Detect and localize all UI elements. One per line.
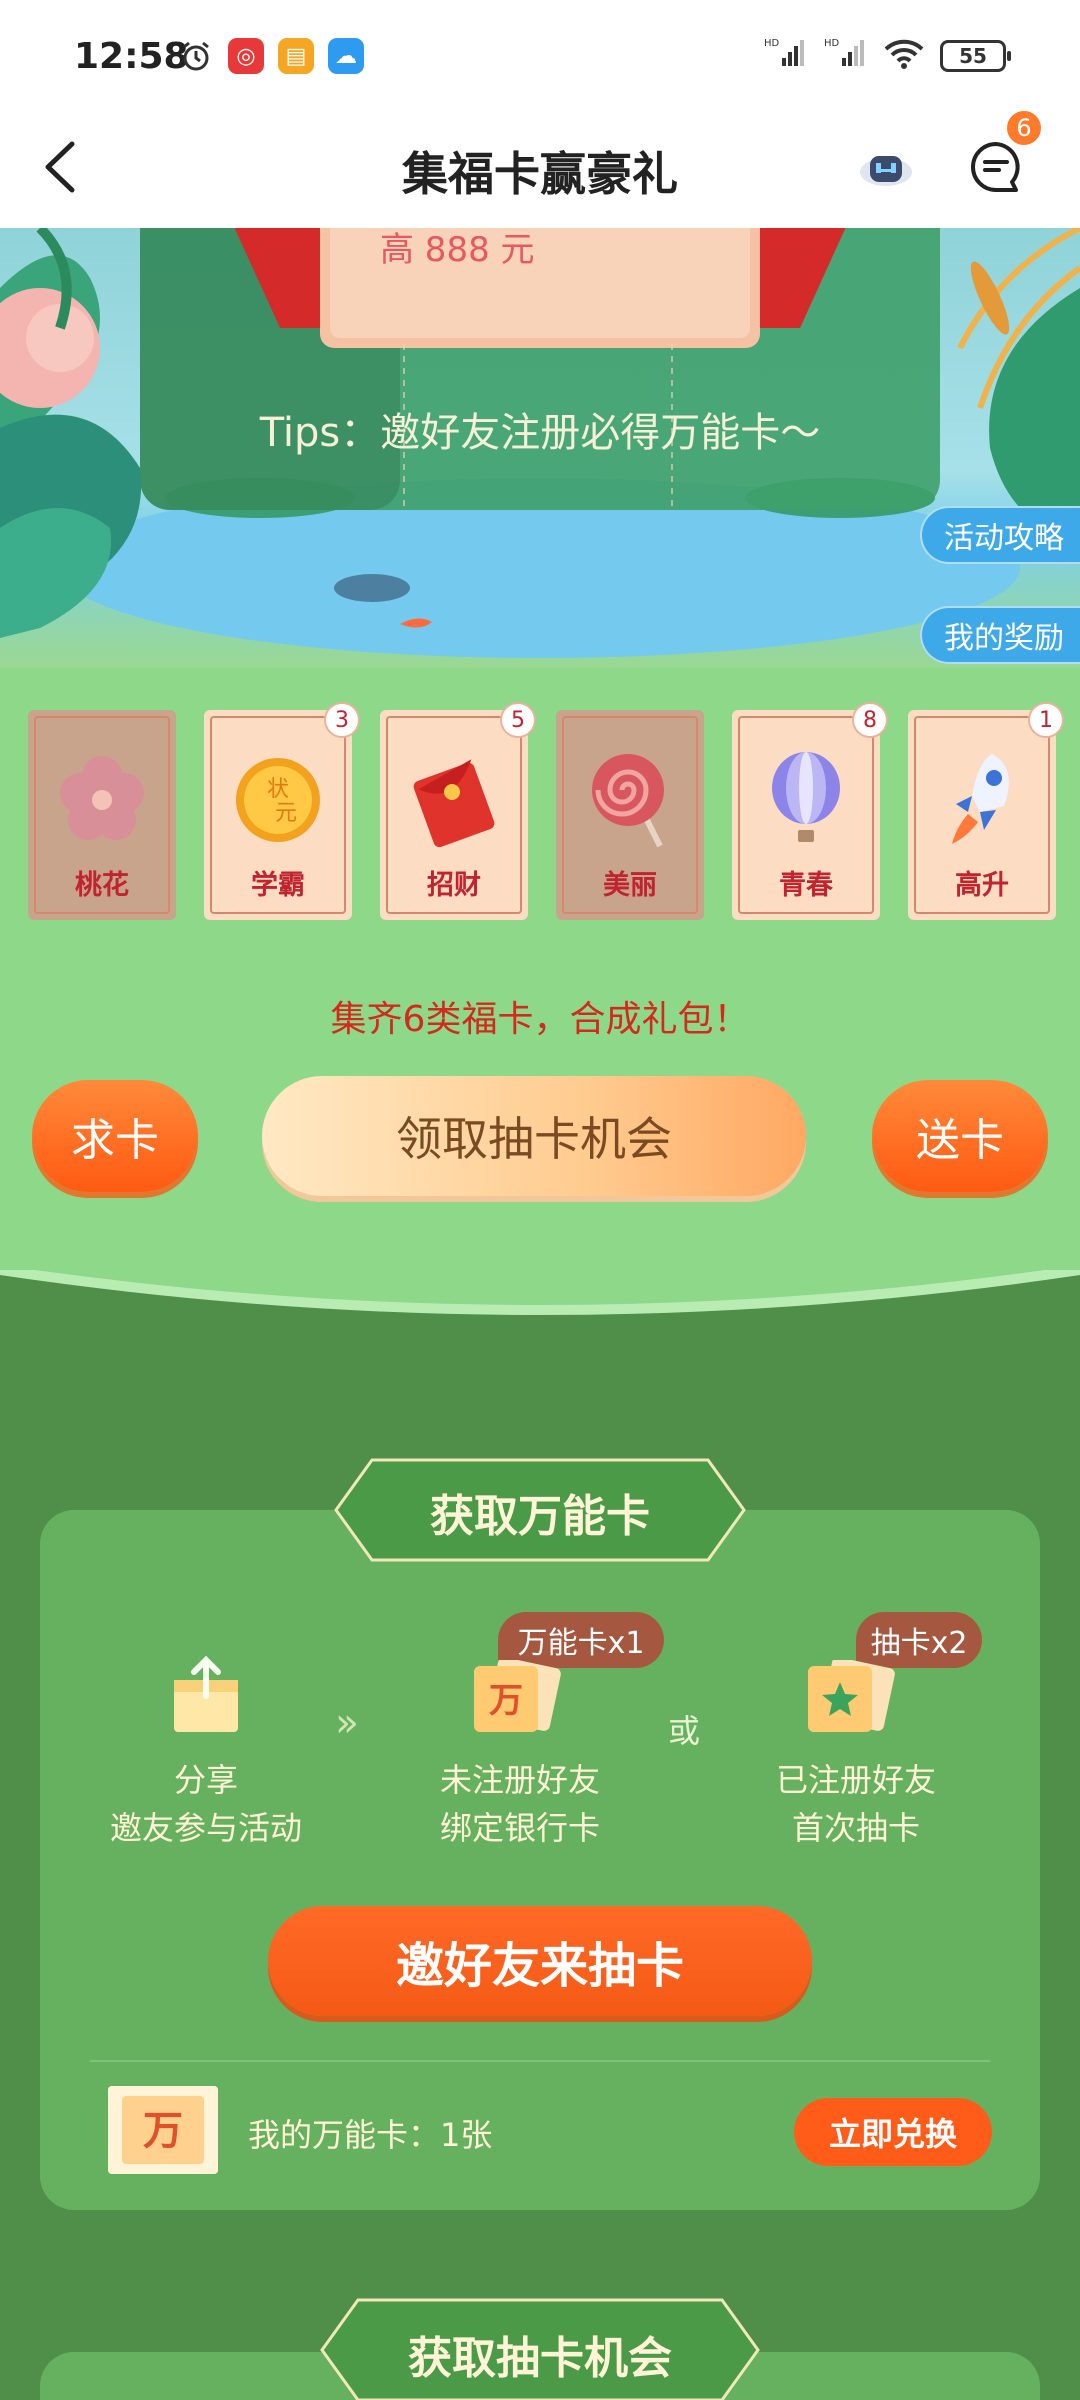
message-count-badge: 6 [1004,108,1044,148]
card-label: 高升 [955,870,1009,901]
alarm-icon [178,38,214,74]
send-card-button[interactable]: 送卡 [872,1080,1048,1192]
step-registered-friend: 已注册好友 首次抽卡 [775,1761,936,1847]
share-icon [174,1656,238,1732]
fortune-card-row: 桃花 状 元 学霸 3 招财 5 美丽 青春 8 高升 1 [26,702,1064,922]
card-label: 招财 [427,870,481,901]
collect-hint: 集齐6类福卡，合成礼包！ [330,999,750,1040]
svg-text:状: 状 [267,777,289,802]
ask-card-button[interactable]: 求卡 [32,1080,198,1192]
invite-friends-button[interactable]: 邀好友来抽卡 [268,1906,812,2016]
wildcard-panel-title: 获取万能卡 [430,1491,650,1542]
notes-app-icon: ▤ [278,38,314,74]
svg-text:万: 万 [489,1681,523,1721]
star-card-icon [808,1660,895,1732]
svg-text:万: 万 [143,2107,183,2154]
or-label: 或 [668,1712,701,1750]
gold-coin-icon: 状 元 [236,758,320,842]
red-envelope-icon [413,759,495,848]
wildcard-icon: 万 [474,1660,561,1732]
assistant-button[interactable] [855,136,917,198]
lollipop-icon [592,754,664,848]
wifi-icon [884,37,924,74]
card-label: 美丽 [603,870,657,901]
hero-banner: 高 888 元 Tips：邀好友注册必得万能卡～ [0,228,1080,668]
prize-amount: 高 888 元 [380,230,535,270]
signal-icon: HD [764,36,808,75]
netease-music-icon: ◎ [228,38,264,74]
card-count-badge: 3 [324,702,360,738]
system-status: HD HD 55 [764,36,1011,75]
rocket-icon [952,754,1009,844]
my-wildcard-count: 我的万能卡：1张 [248,2116,493,2154]
card-label: 桃花 [75,870,129,901]
step-new-friend: 未注册好友 绑定银行卡 [439,1761,600,1847]
fortune-card-taohua[interactable]: 桃花 [28,710,176,920]
card-label: 青春 [779,870,833,901]
draw-panel-title: 获取抽卡机会 [408,2333,672,2384]
arrow-right-icon: ›› [335,1700,359,1746]
page-title: 集福卡赢豪礼 [402,147,678,201]
wave-divider [0,1270,1080,1380]
fortune-card-xueba[interactable]: 状 元 学霸 3 [204,702,360,920]
claim-draw-chance-button[interactable]: 领取抽卡机会 [262,1076,806,1196]
card-count-badge: 5 [500,702,536,738]
my-wildcard-thumbnail: 万 [108,2086,218,2174]
card-label: 学霸 [251,870,305,901]
wildcard-icon: 万 [108,2086,218,2174]
divider [90,2060,990,2062]
battery-indicator: 55 [940,39,1011,72]
fortune-card-gaosheng[interactable]: 高升 1 [908,702,1064,920]
exchange-now-button[interactable]: 立即兑换 [794,2098,992,2166]
status-time: 12:58 [74,36,189,77]
robot-icon [860,156,912,186]
svg-text:HD: HD [764,38,780,49]
svg-text:元: 元 [275,801,297,826]
title-bar: 集福卡赢豪礼 [0,110,1080,228]
fortune-card-zhaocai[interactable]: 招财 5 [380,702,536,920]
notification-icons: ◎ ▤ ☁ [178,38,364,74]
card-count-badge: 8 [852,702,888,738]
status-bar: 12:58 ◎ ▤ ☁ HD HD 55 [0,0,1080,110]
fortune-card-qingchun[interactable]: 青春 8 [732,702,888,920]
svg-text:HD: HD [824,38,840,49]
hot-air-balloon-icon [772,752,840,842]
cloud-app-icon: ☁ [328,38,364,74]
activity-strategy-tab[interactable]: 活动攻略 [920,506,1080,564]
signal-icon: HD [824,36,868,75]
tips-text: Tips：邀好友注册必得万能卡～ [259,410,821,456]
fortune-card-meili[interactable]: 美丽 [556,710,704,920]
my-rewards-tab[interactable]: 我的奖励 [920,606,1080,664]
card-count-badge: 1 [1028,702,1064,738]
peach-blossom-icon [60,756,144,840]
step-share: 分享 邀友参与活动 [109,1761,302,1847]
